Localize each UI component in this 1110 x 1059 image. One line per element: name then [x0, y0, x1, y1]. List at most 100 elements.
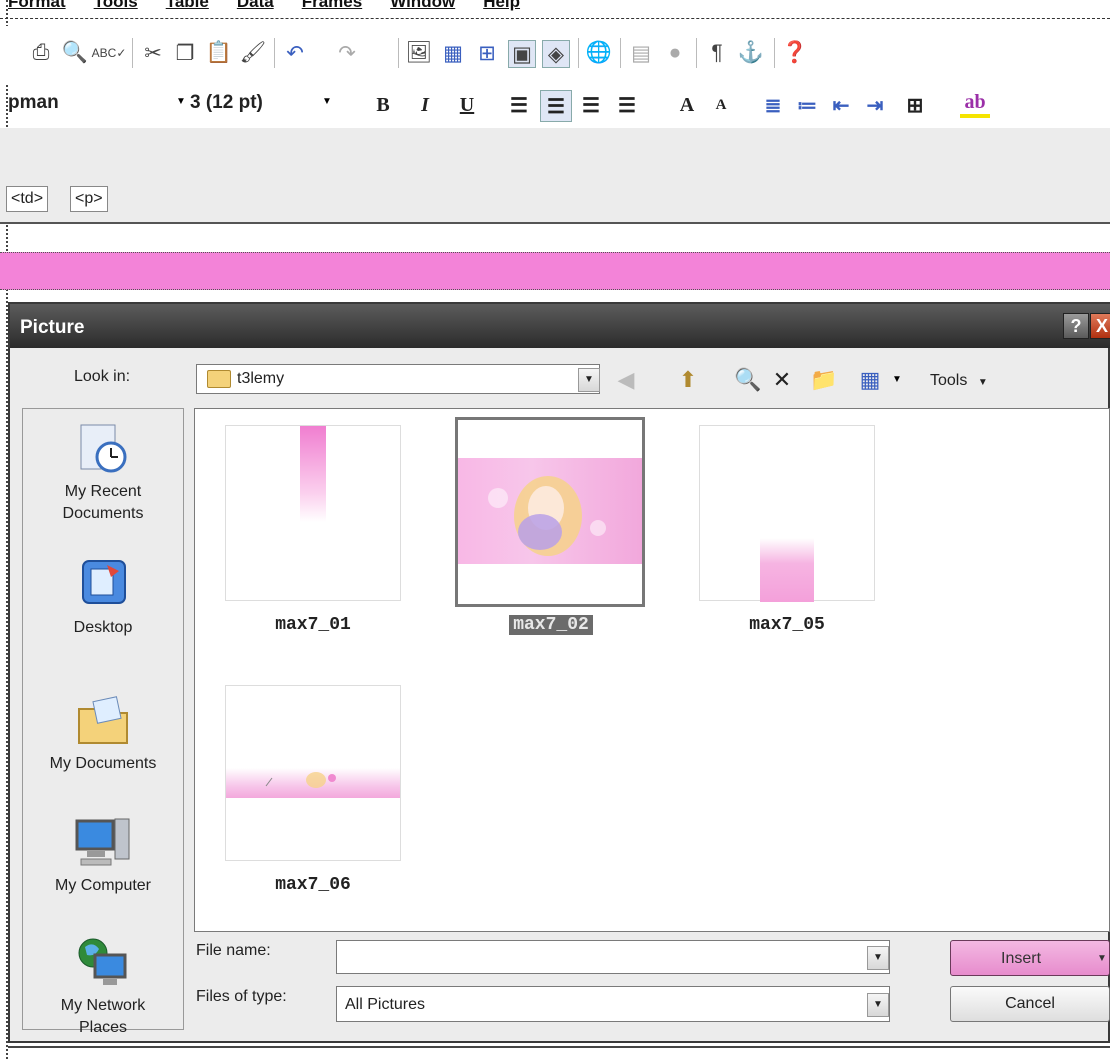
- paragraph-mark-icon[interactable]: ¶: [704, 40, 730, 66]
- print-icon[interactable]: ⎙: [28, 40, 54, 66]
- paste-icon[interactable]: 📋: [206, 40, 232, 66]
- grow-font-button[interactable]: A: [672, 90, 702, 120]
- align-right-icon[interactable]: ☰: [576, 90, 606, 120]
- record-icon[interactable]: ●: [662, 40, 688, 66]
- place-my-computer[interactable]: My Computer: [23, 815, 183, 897]
- thumbnail-image: [226, 768, 400, 798]
- files-of-type-select[interactable]: All Pictures ▼: [336, 986, 890, 1022]
- numbered-list-icon[interactable]: ≣: [758, 90, 788, 120]
- undo-icon[interactable]: ↶: [282, 40, 308, 66]
- chevron-down-icon[interactable]: ▼: [867, 946, 889, 970]
- places-bar: My Recent Documents Desktop My Documents…: [22, 408, 184, 1036]
- picture-dialog: Picture ? X Look in: t3lemy ▼ ◀ ⬆ 🔍 ✕ 📁 …: [8, 302, 1110, 1043]
- editor-ruler-area: [0, 128, 1110, 175]
- chevron-down-icon[interactable]: ▼: [1097, 953, 1107, 964]
- align-left-icon[interactable]: ☰: [504, 90, 534, 120]
- place-label: My Network Places: [60, 997, 146, 1036]
- menu-frames[interactable]: Frames: [302, 0, 362, 12]
- italic-button[interactable]: I: [410, 90, 440, 120]
- bookmark-icon[interactable]: ▤: [628, 40, 654, 66]
- print-preview-icon[interactable]: 🔍: [62, 40, 88, 66]
- font-name-combo[interactable]: pman: [8, 92, 59, 114]
- highlight-icon[interactable]: ab: [960, 90, 990, 118]
- bullet-list-icon[interactable]: ≔: [792, 90, 822, 120]
- menu-tools[interactable]: Tools: [94, 0, 138, 12]
- back-icon[interactable]: ◀: [612, 366, 640, 394]
- file-list[interactable]: max7_01 max7_02 max7_05 max7_06: [194, 408, 1110, 932]
- close-button[interactable]: X: [1090, 313, 1110, 339]
- thumbnail-max7-05[interactable]: [699, 425, 875, 602]
- insert-button[interactable]: Insert ▼: [950, 940, 1110, 976]
- spelling-icon[interactable]: ABC✓: [92, 40, 127, 66]
- shrink-font-button[interactable]: A: [706, 90, 736, 120]
- anchor-icon[interactable]: ⚓: [738, 40, 764, 66]
- menu-table[interactable]: Table: [166, 0, 209, 12]
- tools-label: Tools: [930, 372, 968, 389]
- menu-help[interactable]: Help: [483, 0, 520, 12]
- layer-icon[interactable]: ◈: [542, 40, 570, 68]
- menu-bar: Format Tools Table Data Frames Window Help: [0, 0, 1110, 19]
- underline-button[interactable]: U: [452, 90, 482, 120]
- increase-indent-icon[interactable]: ⇥: [860, 90, 890, 120]
- chevron-down-icon[interactable]: ▼: [176, 96, 186, 107]
- look-in-combo[interactable]: t3lemy ▼: [196, 364, 600, 394]
- place-label: My Documents: [49, 755, 157, 772]
- chevron-down-icon[interactable]: ▼: [892, 374, 902, 385]
- tag-p[interactable]: <p>: [70, 186, 108, 212]
- copy-icon[interactable]: ❐: [172, 40, 198, 66]
- file-name-max7-05[interactable]: max7_05: [699, 615, 875, 635]
- formatting-toolbar: pman ▼ 3 (12 pt) ▼ B I U ☰ ☰ ☰ ☰ A A ≣ ≔…: [0, 84, 1110, 129]
- folder-icon: [207, 370, 231, 388]
- place-recent-documents[interactable]: My Recent Documents: [23, 421, 183, 525]
- cut-icon[interactable]: ✂: [140, 40, 166, 66]
- dialog-title-bar[interactable]: Picture ? X: [10, 304, 1110, 348]
- cancel-button[interactable]: Cancel: [950, 986, 1110, 1022]
- insert-table-icon[interactable]: ▦: [440, 40, 466, 66]
- help-button[interactable]: ?: [1063, 313, 1089, 339]
- chevron-down-icon[interactable]: ▼: [867, 993, 889, 1017]
- chevron-down-icon[interactable]: ▼: [322, 96, 332, 107]
- thumbnail-max7-01[interactable]: [225, 425, 401, 601]
- justify-icon[interactable]: ☰: [612, 90, 642, 120]
- align-center-icon[interactable]: ☰: [540, 90, 572, 122]
- file-name-max7-06[interactable]: max7_06: [225, 875, 401, 895]
- decrease-indent-icon[interactable]: ⇤: [826, 90, 856, 120]
- place-desktop[interactable]: Desktop: [23, 557, 183, 639]
- tag-selector-bar: <td> <p>: [0, 174, 1110, 224]
- editor-bottom-border: [8, 1046, 1110, 1048]
- document-pink-band: [0, 252, 1110, 290]
- file-name-input[interactable]: ▼: [336, 940, 890, 974]
- place-my-documents[interactable]: My Documents: [23, 693, 183, 775]
- search-web-icon[interactable]: 🔍: [734, 366, 762, 394]
- delete-icon[interactable]: ✕: [768, 366, 796, 394]
- tools-menu[interactable]: Tools ▼: [930, 372, 988, 390]
- file-name-max7-02[interactable]: max7_02: [463, 615, 639, 635]
- desktop-icon: [73, 557, 133, 611]
- menu-data[interactable]: Data: [237, 0, 274, 12]
- menu-format[interactable]: Format: [8, 0, 66, 12]
- redo-icon[interactable]: ↷: [334, 40, 360, 66]
- menu-window[interactable]: Window: [390, 0, 455, 12]
- dialog-title: Picture: [20, 317, 85, 338]
- frame-icon[interactable]: ⊞: [474, 40, 500, 66]
- toolbar-separator: [578, 38, 579, 68]
- chevron-down-icon[interactable]: ▼: [578, 368, 600, 392]
- picture-icon[interactable]: ▣: [508, 40, 536, 68]
- format-painter-icon[interactable]: 🖌: [240, 40, 267, 66]
- thumbnail-max7-06[interactable]: [225, 685, 401, 861]
- hyperlink-icon[interactable]: 🌐: [586, 40, 612, 66]
- tag-td[interactable]: <td>: [6, 186, 49, 212]
- views-icon[interactable]: ▦: [856, 366, 884, 394]
- font-size-combo[interactable]: 3 (12 pt): [190, 92, 263, 114]
- place-network-places[interactable]: My Network Places: [23, 935, 183, 1039]
- help-icon[interactable]: ❓: [782, 40, 808, 66]
- insert-image-icon[interactable]: 🖼: [406, 40, 433, 66]
- thumbnail-max7-02[interactable]: [455, 417, 645, 607]
- new-folder-icon[interactable]: 📁: [810, 366, 838, 394]
- toolbar-separator: [696, 38, 697, 68]
- up-folder-icon[interactable]: ⬆: [674, 366, 702, 394]
- borders-icon[interactable]: ⊞: [900, 90, 930, 120]
- look-in-label: Look in:: [74, 368, 131, 385]
- file-name-max7-01[interactable]: max7_01: [225, 615, 401, 635]
- bold-button[interactable]: B: [368, 90, 398, 120]
